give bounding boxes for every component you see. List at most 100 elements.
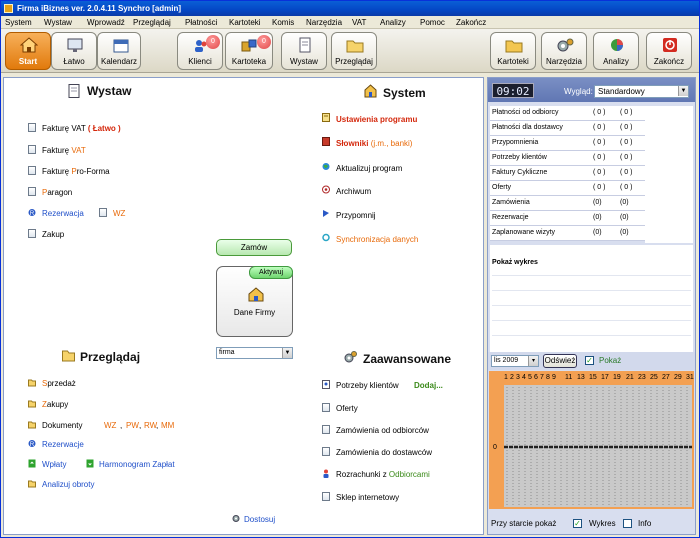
bottom-bar: Przy starcie pokaż ✓ Wykres Info bbox=[488, 514, 695, 534]
menu-zakoncz[interactable]: Zakończ bbox=[456, 17, 486, 28]
stat-row[interactable]: Rezerwacje (0) (0) bbox=[490, 211, 645, 226]
chart-plot bbox=[504, 385, 692, 507]
zamow-button[interactable]: Zamów bbox=[216, 239, 292, 256]
przypomnij-link[interactable]: Przypomnij bbox=[336, 211, 376, 221]
menu-bar: System Wystaw Wprowadź Przeglądaj Płatno… bbox=[1, 16, 699, 29]
dokumenty-pw-link[interactable]: PW bbox=[126, 421, 139, 431]
zakup-link[interactable]: Zakup bbox=[42, 230, 64, 240]
archiwum-link[interactable]: Archiwum bbox=[336, 187, 371, 197]
stat-row[interactable]: Potrzeby klientów( 0 )( 0 ) bbox=[490, 151, 645, 166]
stat-row[interactable]: Faktury Cykliczne( 0 )( 0 ) bbox=[490, 166, 645, 181]
dostosuj-link[interactable]: Dostosuj bbox=[244, 515, 275, 525]
kalendarz-button[interactable]: Kalendarz bbox=[97, 32, 141, 70]
aktywuj-button[interactable]: Aktywuj bbox=[249, 266, 293, 279]
paragon-link[interactable]: Paragon bbox=[42, 188, 72, 198]
dokumenty-wz-link[interactable]: WZ bbox=[104, 421, 116, 431]
menu-wystaw[interactable]: Wystaw bbox=[44, 17, 72, 28]
zakoncz-button[interactable]: Zakończ bbox=[646, 32, 692, 70]
aktualizuj-link[interactable]: Aktualizuj program bbox=[336, 164, 402, 174]
stat-row[interactable]: Przypomnienia( 0 )( 0 ) bbox=[490, 136, 645, 151]
menu-komis[interactable]: Komis bbox=[272, 17, 294, 28]
dane-firmy-button[interactable]: Aktywuj Dane Firmy bbox=[216, 266, 293, 337]
info-checkbox[interactable] bbox=[623, 519, 632, 528]
folder-icon bbox=[62, 350, 75, 362]
slowniki-link[interactable]: Słowniki (j.m., banki) bbox=[336, 139, 412, 149]
oferty-link[interactable]: Oferty bbox=[336, 404, 358, 414]
sklep-link[interactable]: Sklep internetowy bbox=[336, 493, 399, 503]
przegladaj-button[interactable]: Przeglądaj bbox=[331, 32, 377, 70]
flag-icon bbox=[323, 210, 329, 217]
analizuj-link[interactable]: Analizuj obroty bbox=[42, 480, 94, 490]
wyglad-select[interactable]: Standardowy ▼ bbox=[594, 85, 689, 98]
narzedzia-button[interactable]: Narzędzia bbox=[541, 32, 587, 70]
menu-kartoteki[interactable]: Kartoteki bbox=[229, 17, 261, 28]
rezerwacja-link[interactable]: Rezerwacja bbox=[42, 209, 84, 219]
harmonogram-link[interactable]: Harmonogram Zapłat bbox=[99, 460, 175, 470]
menu-wprowadz[interactable]: Wprowadź bbox=[87, 17, 125, 28]
stat-row[interactable]: Zamówienia (0) (0) bbox=[490, 196, 645, 211]
przegladaj-title: Przeglądaj bbox=[80, 350, 141, 364]
wykres-checkbox[interactable]: ✓ bbox=[573, 519, 582, 528]
zamowienia-do-link[interactable]: Zamówienia do dostawców bbox=[336, 448, 432, 458]
dodaj-link[interactable]: Dodaj... bbox=[414, 381, 443, 391]
rozrachunki-link[interactable]: Rozrachunki z Odbiorcami bbox=[336, 470, 430, 480]
firma-select[interactable]: firma ▼ bbox=[216, 347, 293, 359]
kartoteka-button[interactable]: 0 Kartoteka bbox=[225, 32, 273, 70]
stat-row[interactable]: Zaplanowane wizyty (0) (0) bbox=[490, 226, 645, 241]
latwo-button[interactable]: Łatwo bbox=[51, 32, 97, 70]
kartoteki-button[interactable]: Kartoteki bbox=[490, 32, 536, 70]
stat-row[interactable]: Oferty( 0 )( 0 ) bbox=[490, 181, 645, 196]
faktura-vat-full-link[interactable]: Fakturę VAT bbox=[42, 146, 86, 156]
potrzeby-link[interactable]: Potrzeby klientów bbox=[336, 381, 399, 391]
menu-platnosci[interactable]: Płatności bbox=[185, 17, 217, 28]
day-label: 8 bbox=[546, 374, 550, 381]
document-icon bbox=[299, 37, 311, 53]
wystaw-title: Wystaw bbox=[87, 84, 132, 98]
menu-system[interactable]: System bbox=[5, 17, 32, 28]
zamowienia-od-link[interactable]: Zamówienia od odbiorców bbox=[336, 426, 429, 436]
day-label: 7 bbox=[540, 374, 544, 381]
svg-text:R: R bbox=[30, 442, 35, 448]
menu-analizy[interactable]: Analizy bbox=[380, 17, 406, 28]
title-bar: Firma iBiznes ver. 2.0.4.11 Synchro [adm… bbox=[1, 1, 699, 16]
synchronizacja-link[interactable]: Synchronizacja danych bbox=[336, 235, 418, 245]
dokumenty-link[interactable]: Dokumenty bbox=[42, 421, 82, 431]
kartoteka-badge: 0 bbox=[257, 35, 271, 49]
start-button[interactable]: Start bbox=[5, 32, 51, 70]
klienci-button[interactable]: 0 Klienci bbox=[177, 32, 223, 70]
wplaty-link[interactable]: Wpłaty bbox=[42, 460, 66, 470]
dokumenty-mm-link[interactable]: MM bbox=[161, 421, 174, 431]
day-label: 19 bbox=[613, 374, 621, 381]
house-icon bbox=[364, 84, 377, 98]
faktura-vat-link[interactable]: Fakturę VAT ( Łatwo ) bbox=[42, 124, 121, 134]
day-label: 17 bbox=[601, 374, 609, 381]
grid-line bbox=[492, 335, 691, 336]
stats-extension bbox=[645, 106, 693, 243]
svg-text:R: R bbox=[30, 211, 35, 217]
menu-pomoc[interactable]: Pomoc bbox=[420, 17, 445, 28]
app-icon bbox=[4, 4, 13, 13]
toolbar: Start Łatwo Kalendarz 0 Klienci 0 Kartot… bbox=[1, 29, 699, 73]
stat-row[interactable]: Płatności od odbiorcy( 0 )( 0 ) bbox=[490, 106, 645, 121]
analizy-button[interactable]: Analizy bbox=[593, 32, 639, 70]
wystaw-button[interactable]: Wystaw bbox=[281, 32, 327, 70]
menu-vat[interactable]: VAT bbox=[352, 17, 366, 28]
day-label: 9 bbox=[552, 374, 556, 381]
menu-przegladaj[interactable]: Przeglądaj bbox=[133, 17, 171, 28]
gear-icon bbox=[232, 515, 240, 522]
zakupy-link[interactable]: Zakupy bbox=[42, 400, 68, 410]
rezerwacje-link[interactable]: Rezerwacje bbox=[42, 440, 84, 450]
stat-row[interactable]: Płatności dla dostawcy( 0 )( 0 ) bbox=[490, 121, 645, 136]
reservation-icon: R bbox=[28, 209, 36, 217]
wz-link[interactable]: WZ bbox=[113, 209, 125, 219]
ustawienia-link[interactable]: Ustawienia programu bbox=[336, 115, 417, 125]
pokaz-wykres-label: Pokaż wykres bbox=[492, 259, 538, 266]
folder-icon bbox=[28, 480, 36, 488]
odswiez-button[interactable]: Odśwież bbox=[543, 354, 577, 368]
faktura-proforma-link[interactable]: Fakturę Pro-Forma bbox=[42, 167, 110, 177]
sprzedaz-link[interactable]: Sprzedaż bbox=[42, 379, 76, 389]
book-icon bbox=[322, 137, 330, 146]
month-year-select[interactable]: lis 2009 ▾ bbox=[491, 355, 539, 367]
menu-narzedzia[interactable]: Narzędzia bbox=[306, 17, 342, 28]
pokaz-checkbox[interactable]: ✓ bbox=[585, 356, 594, 365]
